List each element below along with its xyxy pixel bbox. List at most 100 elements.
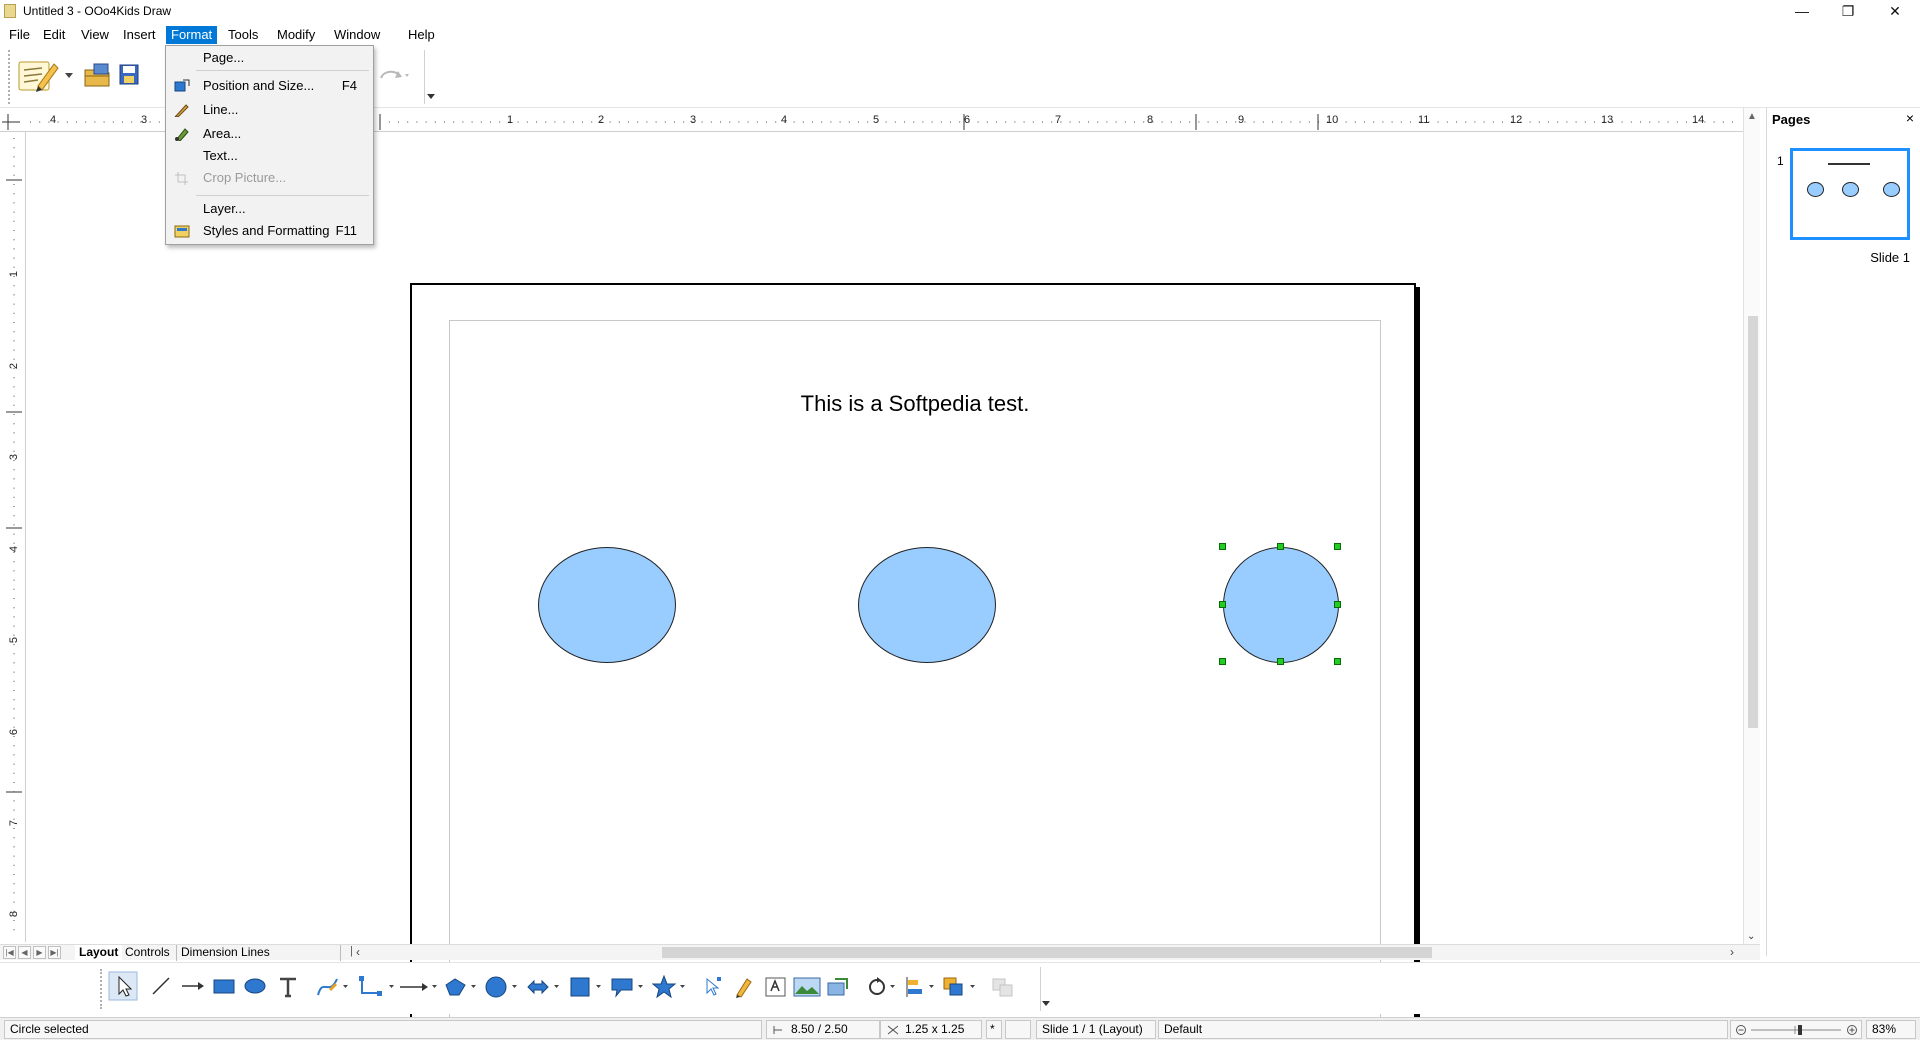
drawbar-overflow[interactable]: [1040, 967, 1050, 1011]
symbol-shapes-tool-icon[interactable]: [484, 975, 522, 999]
rectangle-tool-icon[interactable]: [212, 975, 236, 997]
horizontal-scroll-thumb[interactable]: [662, 947, 1432, 958]
menu-item-styles-formatting[interactable]: Styles and Formatting F11: [166, 221, 373, 241]
drawing-canvas[interactable]: This is a Softpedia test.: [27, 133, 1743, 1040]
minimize-button[interactable]: —: [1780, 0, 1824, 24]
stars-tool-icon[interactable]: [652, 975, 690, 999]
zoom-slider[interactable]: [1730, 1020, 1862, 1039]
points-edit-icon[interactable]: [703, 975, 725, 999]
first-tab-icon[interactable]: |◀: [3, 946, 16, 959]
select-arrow-icon[interactable]: [108, 971, 138, 1001]
text-box[interactable]: This is a Softpedia test.: [412, 391, 1418, 417]
menu-item-layer[interactable]: Layer...: [166, 199, 373, 219]
new-document-icon[interactable]: [16, 56, 60, 96]
menu-help[interactable]: Help: [403, 26, 440, 44]
selection-handle[interactable]: [1219, 658, 1226, 665]
vertical-scroll-thumb[interactable]: [1748, 316, 1758, 728]
window-title: Untitled 3 - OOo4Kids Draw: [23, 4, 172, 18]
menu-edit[interactable]: Edit: [38, 26, 70, 44]
menu-insert[interactable]: Insert: [118, 26, 161, 44]
selection-handle[interactable]: [1334, 543, 1341, 550]
basic-shapes-tool-icon[interactable]: [443, 975, 481, 999]
menu-item-label: Position and Size...: [203, 78, 315, 93]
status-position[interactable]: 8.50 / 2.50: [766, 1020, 880, 1039]
arrow-line-tool-icon[interactable]: [180, 975, 206, 997]
arrange-icon[interactable]: [942, 975, 980, 999]
line-tool-icon[interactable]: [150, 975, 172, 997]
ellipse-shape[interactable]: [858, 547, 996, 663]
last-tab-icon[interactable]: ▶|: [48, 946, 61, 959]
fontwork-gallery-icon[interactable]: [733, 975, 755, 999]
previous-tab-icon[interactable]: ◀: [18, 946, 31, 959]
toolbar-grip[interactable]: [8, 50, 12, 104]
pages-panel-title: Pages: [1772, 112, 1811, 127]
hruler-label: 5: [873, 114, 880, 126]
status-signature[interactable]: [1005, 1020, 1031, 1039]
rotate-tool-icon[interactable]: [866, 975, 900, 999]
selected-circle-shape[interactable]: [1223, 547, 1339, 663]
hruler-label: 2: [598, 114, 605, 126]
drawbar-grip[interactable]: [100, 969, 103, 1009]
menu-item-position-size[interactable]: Position and Size... F4: [166, 76, 373, 96]
menu-item-area[interactable]: Area...: [166, 124, 373, 144]
tabs-splitter[interactable]: |: [350, 945, 353, 957]
insert-image-icon[interactable]: [792, 975, 822, 999]
tab-dimension-lines[interactable]: Dimension Lines: [176, 945, 341, 961]
ellipse-tool-icon[interactable]: [243, 975, 267, 997]
scroll-left-icon[interactable]: ‹: [356, 945, 360, 959]
zoom-level[interactable]: 83%: [1866, 1020, 1916, 1039]
menu-view[interactable]: View: [76, 26, 114, 44]
flowchart-tool-icon[interactable]: [568, 975, 606, 999]
ellipse-shape[interactable]: [538, 547, 676, 663]
status-size[interactable]: 1.25 x 1.25: [880, 1020, 982, 1039]
alignment-icon[interactable]: [903, 975, 939, 999]
tab-layout[interactable]: Layout: [75, 945, 123, 961]
status-modified[interactable]: *: [986, 1020, 1002, 1039]
block-arrows-tool-icon[interactable]: [526, 975, 564, 999]
selection-handle[interactable]: [1277, 658, 1284, 665]
menu-item-line[interactable]: Line...: [166, 100, 373, 120]
close-window-button[interactable]: ✕: [1873, 0, 1917, 24]
text-from-file-icon[interactable]: [764, 975, 788, 999]
toolbar-overflow[interactable]: [424, 50, 435, 104]
restore-button[interactable]: ❐: [1826, 0, 1870, 24]
selection-handle[interactable]: [1334, 658, 1341, 665]
selection-handle[interactable]: [1334, 601, 1341, 608]
text-tool-icon[interactable]: [276, 975, 300, 999]
selection-handle[interactable]: [1219, 543, 1226, 550]
menu-file[interactable]: File: [4, 26, 35, 44]
menu-tools[interactable]: Tools: [223, 26, 263, 44]
menu-format[interactable]: Format: [166, 26, 218, 44]
scroll-up-icon[interactable]: ▲: [1747, 111, 1757, 122]
selection-handle[interactable]: [1219, 601, 1226, 608]
new-dropdown-icon[interactable]: [64, 70, 74, 80]
tab-controls[interactable]: Controls: [121, 945, 174, 961]
hruler-label: 8: [1147, 114, 1154, 126]
close-panel-icon[interactable]: ×: [1906, 110, 1914, 126]
vertical-ruler[interactable]: 1 2 3 4 5 6 7 8: [0, 132, 26, 942]
scroll-down-icon[interactable]: ⌄: [1747, 931, 1755, 942]
next-tab-icon[interactable]: ▶: [33, 946, 46, 959]
vertical-scrollbar[interactable]: ▲ ⌄: [1743, 108, 1760, 944]
open-folder-icon[interactable]: [82, 60, 112, 90]
menu-item-label: Layer...: [203, 201, 246, 216]
save-icon[interactable]: [117, 62, 141, 88]
crop-icon: [175, 172, 188, 185]
page-thumbnail[interactable]: [1790, 148, 1910, 240]
selection-handle[interactable]: [1277, 543, 1284, 550]
page-margin-border: [449, 320, 1381, 1024]
status-style[interactable]: Default: [1158, 1020, 1728, 1039]
drawing-page[interactable]: This is a Softpedia test.: [410, 283, 1416, 1040]
menu-modify[interactable]: Modify: [272, 26, 320, 44]
scroll-right-icon[interactable]: ›: [1730, 945, 1734, 959]
menu-item-text[interactable]: Text...: [166, 146, 373, 166]
hruler-label: 10: [1326, 114, 1339, 126]
lines-arrows-tool-icon[interactable]: [398, 975, 440, 999]
redo-icon[interactable]: [376, 66, 410, 84]
gallery-icon[interactable]: [825, 975, 851, 999]
connector-tool-icon[interactable]: [357, 975, 397, 999]
callouts-tool-icon[interactable]: [610, 975, 648, 999]
curve-tool-icon[interactable]: [315, 975, 349, 999]
menu-item-page[interactable]: Page...: [166, 48, 373, 68]
menu-window[interactable]: Window: [329, 26, 385, 44]
